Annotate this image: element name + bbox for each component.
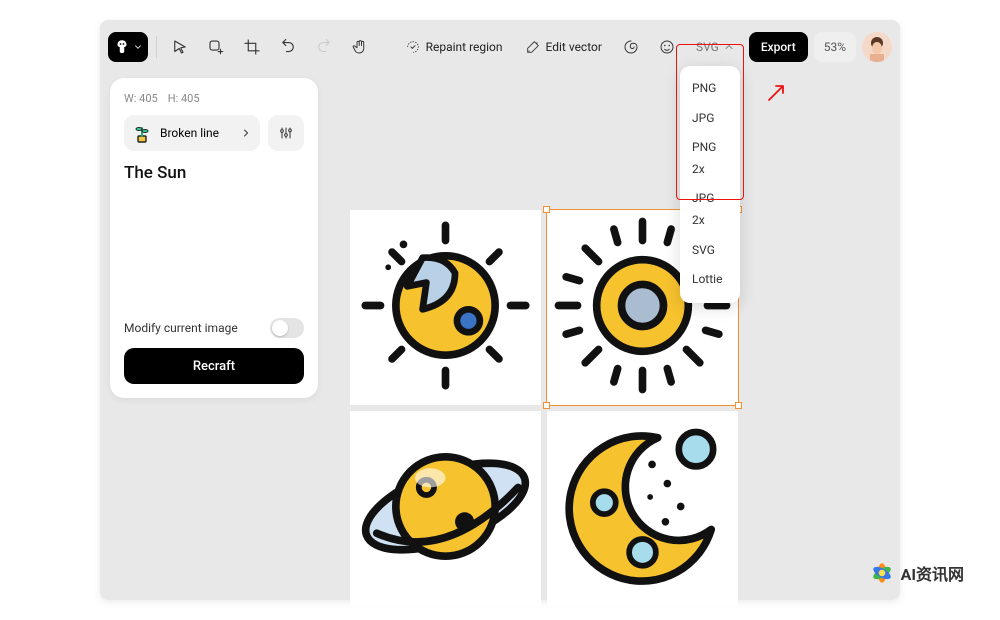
style-label: Broken line: [160, 126, 219, 140]
select-tool[interactable]: [165, 32, 195, 62]
chevron-up-icon: [723, 41, 735, 53]
moon-icon: [547, 411, 738, 602]
prompt-text[interactable]: The Sun: [124, 163, 304, 183]
format-dropdown: PNG JPG PNG 2x JPG 2x SVG Lottie: [680, 66, 740, 303]
divider: [156, 36, 157, 58]
logo-menu-button[interactable]: [108, 32, 148, 62]
repaint-region-button[interactable]: Repaint region: [397, 32, 511, 62]
pan-tool[interactable]: [345, 32, 375, 62]
dropdown-item-png[interactable]: PNG: [680, 74, 740, 104]
hand-icon: [351, 38, 369, 56]
format-dropdown-button[interactable]: SVG: [688, 32, 743, 62]
prompt-panel: W: 405 H: 405 Broken line The Sun Modify…: [110, 78, 318, 398]
dropdown-item-svg[interactable]: SVG: [680, 236, 740, 266]
zoom-button[interactable]: 53%: [814, 32, 856, 62]
chevron-down-icon: [133, 42, 143, 52]
sliders-icon: [278, 125, 294, 141]
format-label: SVG: [696, 40, 719, 54]
frame-add-icon: [207, 38, 225, 56]
chevron-right-icon: [240, 127, 252, 139]
sun-broken-icon: [350, 210, 541, 401]
annotation-arrow-icon: [765, 80, 789, 104]
magic-tool-1[interactable]: [616, 32, 646, 62]
face-icon: [658, 38, 676, 56]
selection-handle[interactable]: [543, 206, 550, 213]
crop-tool[interactable]: [237, 32, 267, 62]
undo-icon: [279, 38, 297, 56]
dimensions-row: W: 405 H: 405: [124, 92, 304, 105]
canvas-tile-4[interactable]: [547, 411, 738, 606]
recraft-button[interactable]: Recraft: [124, 348, 304, 384]
selection-handle[interactable]: [543, 402, 550, 409]
crop-icon: [243, 38, 261, 56]
logo-icon: [113, 38, 131, 56]
cursor-icon: [171, 38, 189, 56]
modify-label: Modify current image: [124, 321, 238, 335]
edit-vector-button[interactable]: Edit vector: [517, 32, 610, 62]
modify-toggle[interactable]: [270, 318, 304, 338]
edit-vector-label: Edit vector: [546, 40, 602, 54]
tune-button[interactable]: [268, 115, 304, 151]
saturn-icon: [350, 411, 541, 602]
dropdown-item-png2x[interactable]: PNG 2x: [680, 133, 740, 184]
avatar[interactable]: [862, 32, 892, 62]
redo-button[interactable]: [309, 32, 339, 62]
export-button[interactable]: Export: [749, 32, 808, 62]
swirl-icon: [622, 38, 640, 56]
repaint-label: Repaint region: [426, 40, 503, 54]
canvas-grid: [350, 210, 730, 598]
canvas-tile-3[interactable]: [350, 411, 541, 606]
redo-icon: [315, 38, 333, 56]
dropdown-item-jpg2x[interactable]: JPG 2x: [680, 184, 740, 235]
undo-button[interactable]: [273, 32, 303, 62]
avatar-icon: [862, 32, 892, 62]
style-selector[interactable]: Broken line: [124, 115, 260, 151]
edit-vector-icon: [525, 39, 541, 55]
dropdown-item-jpg[interactable]: JPG: [680, 104, 740, 134]
style-plant-icon: [130, 121, 154, 145]
magic-tool-2[interactable]: [652, 32, 682, 62]
frame-tool[interactable]: [201, 32, 231, 62]
canvas-tile-1[interactable]: [350, 210, 541, 405]
toolbar: Repaint region Edit vector SVG Export 53…: [108, 28, 892, 66]
selection-handle[interactable]: [735, 402, 742, 409]
repaint-icon: [405, 39, 421, 55]
watermark-icon: [869, 560, 895, 586]
watermark: AI资讯网: [869, 560, 964, 586]
dropdown-item-lottie[interactable]: Lottie: [680, 265, 740, 295]
